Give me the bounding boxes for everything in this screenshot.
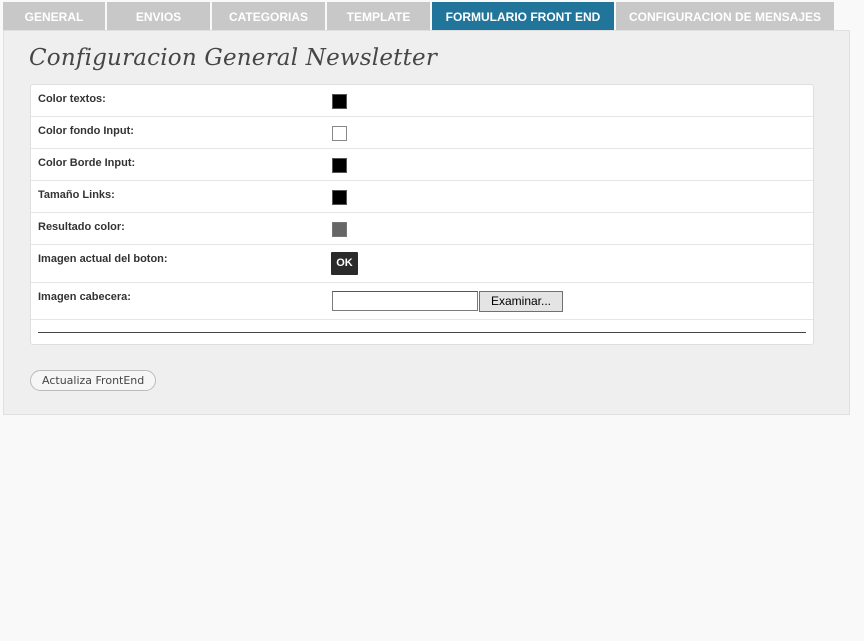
color-swatch-resultado[interactable] <box>332 222 347 237</box>
button-image-preview: OK <box>331 252 358 275</box>
row-color-textos: Color textos: <box>31 85 813 117</box>
row-label: Color fondo Input: <box>38 125 134 137</box>
row-color-borde-input: Color Borde Input: <box>31 149 813 181</box>
tab-formulario-front-end[interactable]: FORMULARIO FRONT END <box>432 2 614 30</box>
settings-panel: Configuracion General Newsletter Color t… <box>3 30 850 415</box>
row-label: Tamaño Links: <box>38 189 115 201</box>
browse-button[interactable]: Examinar... <box>479 291 563 312</box>
row-label: Color textos: <box>38 93 106 105</box>
row-label: Imagen actual del boton: <box>38 253 168 265</box>
update-frontend-button[interactable]: Actualiza FrontEnd <box>30 370 157 391</box>
page-title: Configuracion General Newsletter <box>29 45 438 71</box>
tab-template[interactable]: TEMPLATE <box>327 2 430 30</box>
color-swatch-links[interactable] <box>332 190 347 205</box>
file-path-input[interactable] <box>332 291 478 311</box>
color-swatch-borde-input[interactable] <box>332 158 347 173</box>
form-table: Color textos: Color fondo Input: Color B… <box>30 84 814 345</box>
row-label: Imagen cabecera: <box>38 291 131 303</box>
row-label: Resultado color: <box>38 221 125 233</box>
row-label: Color Borde Input: <box>38 157 136 169</box>
row-color-fondo-input: Color fondo Input: <box>31 117 813 149</box>
tab-bar: GENERAL ENVIOS CATEGORIAS TEMPLATE FORMU… <box>3 2 836 30</box>
row-tamano-links: Tamaño Links: <box>31 181 813 213</box>
tab-categorias[interactable]: CATEGORIAS <box>212 2 325 30</box>
tab-envios[interactable]: ENVIOS <box>107 2 210 30</box>
row-imagen-cabecera: Imagen cabecera: Examinar... <box>31 283 813 320</box>
color-swatch-fondo-input[interactable] <box>332 126 347 141</box>
row-resultado-color: Resultado color: <box>31 213 813 245</box>
row-imagen-boton: Imagen actual del boton: OK <box>31 245 813 283</box>
divider <box>38 332 806 333</box>
tab-configuracion-de-mensajes[interactable]: CONFIGURACION DE MENSAJES <box>616 2 834 30</box>
color-swatch-textos[interactable] <box>332 94 347 109</box>
tab-general[interactable]: GENERAL <box>3 2 105 30</box>
